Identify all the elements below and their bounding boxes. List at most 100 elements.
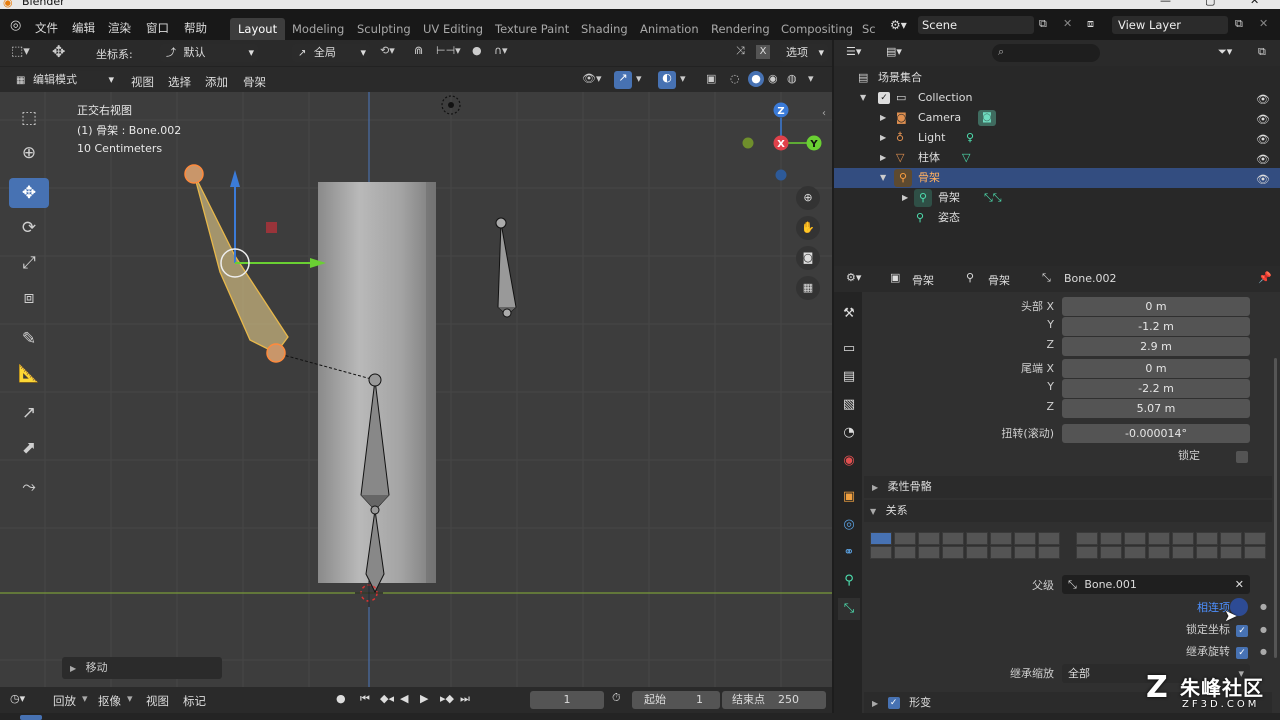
move-tool-icon[interactable]: ✥ [9,178,49,208]
expand-arrow-icon[interactable]: ▶ [880,148,886,168]
close-icon[interactable]: ✕ [1250,0,1259,7]
breadcrumb-armature[interactable]: 骨架 [988,272,1010,288]
properties-scrollbar[interactable] [1274,358,1277,658]
layer-cell[interactable] [1100,546,1122,559]
layer-cell[interactable] [918,532,940,545]
tab-sculpting[interactable]: Sculpting [349,18,419,40]
select-tool-icon[interactable]: ⬚ [9,103,49,133]
layer-cell[interactable] [870,546,892,559]
inherit-rotation-anim-dot[interactable]: ● [1260,647,1267,656]
expand-arrow-icon[interactable]: ▼ [880,168,886,188]
timeline-menu-view[interactable]: 视图 [146,692,169,710]
bone-tab-icon[interactable]: ⤡ [838,598,860,620]
layer-cell[interactable] [894,546,916,559]
bone-layers[interactable] [870,532,1274,562]
layer-cell[interactable] [1038,532,1060,545]
blender-menu-icon[interactable]: ◎ [10,18,21,33]
eye-icon[interactable]: 👁 [1256,130,1270,150]
layer-cell[interactable] [966,532,988,545]
tab-layout[interactable]: Layout [230,18,286,40]
display-mode-icon[interactable]: ▤▾ [886,45,902,58]
outliner-item-pose[interactable]: ⚲ 姿态 [834,208,1280,228]
scale-tool-icon[interactable]: ⤢ [9,248,49,278]
layer-cell[interactable] [1124,546,1146,559]
outliner-item-cylinder[interactable]: ▶ ▽ 柱体 ▽ 👁 [834,148,1280,168]
tool-tab-icon[interactable]: ⚒ [838,303,860,325]
layer-cell[interactable] [966,546,988,559]
maximize-icon[interactable]: ▢ [1205,0,1215,7]
scene-icon[interactable]: ⚙▾ [890,18,907,32]
world-tab-icon[interactable]: ◉ [838,450,860,472]
next-keyframe-icon[interactable]: ▸◆ [440,692,454,705]
pin-icon[interactable]: 📌 [1258,271,1272,284]
layer-cell[interactable] [1014,546,1036,559]
current-frame-field[interactable]: 1 [530,691,604,709]
layer-cell[interactable] [1196,532,1218,545]
view-layer-icon[interactable]: ⧈ [1087,17,1094,31]
tab-shading[interactable]: Shading [573,18,636,40]
layer-cell[interactable] [942,532,964,545]
sidebar-toggle-icon[interactable]: ‹ [822,108,826,119]
bbone-panel-header[interactable]: ▶ 柔性骨骼 [864,476,1272,498]
record-icon[interactable]: ● [336,692,346,705]
outliner-root[interactable]: ▤ 场景集合 [834,68,1280,88]
tab-uv-editing[interactable]: UV Editing [415,18,491,40]
layer-cell[interactable] [918,546,940,559]
last-operator-panel[interactable]: ▶ 移动 [62,657,222,679]
timeline-menu-keying[interactable]: 抠像 [98,692,121,710]
tail-x-field[interactable]: 0 m [1062,359,1250,378]
parent-field[interactable]: ⤡ Bone.001 ✕ [1062,575,1250,594]
physics-tab-icon[interactable]: ◎ [838,514,860,536]
scene-field[interactable]: Scene [918,16,1034,34]
delete-view-layer-icon[interactable]: ✕ [1259,17,1268,30]
filter-icon[interactable]: ⏷▾ [1218,45,1232,59]
view-layer-field[interactable]: View Layer [1112,16,1228,34]
layer-cell[interactable] [1148,532,1170,545]
pan-hand-icon[interactable]: ✋ [796,216,820,240]
editor-type-icon[interactable]: ◷▾ [10,692,25,705]
camera-view-icon[interactable]: ◙ [796,246,820,270]
bone-size-tool-icon[interactable]: ⬈ [9,433,49,463]
new-view-layer-icon[interactable]: ⧉ [1235,17,1243,31]
eye-icon[interactable]: 👁 [1256,170,1270,190]
play-icon[interactable]: ▶ [420,692,428,705]
tab-modeling[interactable]: Modeling [284,18,352,40]
layer-cell[interactable] [1148,546,1170,559]
minimize-icon[interactable]: — [1160,0,1171,7]
tail-z-field[interactable]: 5.07 m [1062,399,1250,418]
layer-cell[interactable] [1124,532,1146,545]
stopwatch-icon[interactable]: ⏱ [612,691,621,705]
tab-texture-paint[interactable]: Texture Paint [487,18,577,40]
layer-cell[interactable] [1076,532,1098,545]
tail-y-field[interactable]: -2.2 m [1062,379,1250,398]
roll-tool-icon[interactable]: ↗ [9,398,49,428]
local-location-checkbox[interactable]: ✓ [1236,625,1248,637]
transform-tool-icon[interactable]: ⧈ [9,283,49,313]
object-tab-icon[interactable]: ▣ [838,486,860,508]
ortho-toggle-icon[interactable]: ▦ [796,276,820,300]
layer-cell[interactable] [1100,532,1122,545]
outliner-item-camera[interactable]: ▶ ◙ Camera ◙ 👁 [834,108,1280,128]
jump-end-icon[interactable]: ⏭ [460,692,470,706]
breadcrumb-bone[interactable]: Bone.002 [1064,272,1117,285]
roll-field[interactable]: -0.000014° [1062,424,1250,443]
layer-cell[interactable] [990,546,1012,559]
connected-anim-dot[interactable]: ● [1260,602,1267,611]
collection-checkbox[interactable]: ✓ [878,92,890,104]
viewport-3d[interactable]: ⬚▾ ✥ 坐标系: ⤴ 默认 ▾ ↗ 全局 ▾ ⟲▾ ⋒ ⊢⊣▾ ● ∩▾ ⤨ … [0,40,832,687]
layer-cell[interactable] [1172,546,1194,559]
layer-cell[interactable] [1244,546,1266,559]
timeline-menu-playback[interactable]: 回放 [53,692,76,710]
new-scene-icon[interactable]: ⧉ [1039,17,1047,31]
layer-cell[interactable] [1038,546,1060,559]
layer-cell[interactable] [1220,546,1242,559]
layer-cell[interactable] [990,532,1012,545]
render-tab-icon[interactable]: ▭ [838,338,860,360]
eye-icon[interactable]: 👁 [1256,150,1270,170]
menu-help[interactable]: 帮助 [184,19,207,37]
clear-parent-icon[interactable]: ✕ [1235,575,1244,594]
view-layer-tab-icon[interactable]: ▧ [838,394,860,416]
outliner-item-light[interactable]: ▶ ♁ Light ♀ 👁 [834,128,1280,148]
annotate-tool-icon[interactable]: ✎ [9,324,49,354]
lock-checkbox[interactable] [1236,451,1248,463]
